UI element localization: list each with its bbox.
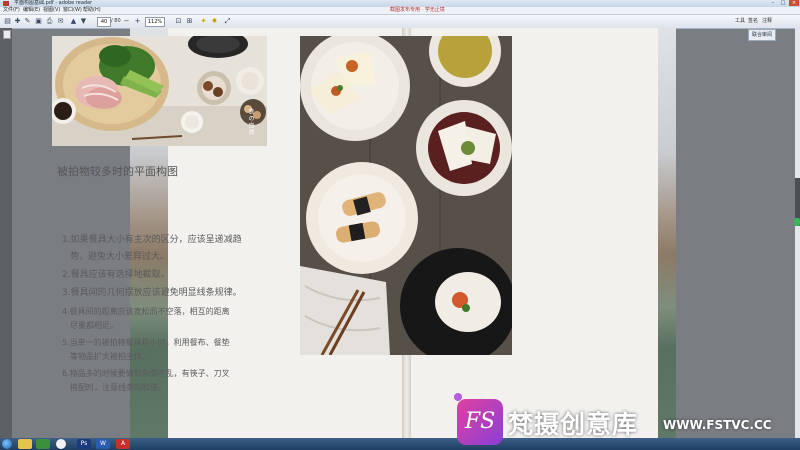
create-icon[interactable]: ✚ — [13, 17, 22, 26]
landscape-background-right — [658, 28, 676, 438]
open-icon[interactable]: ▤ — [3, 17, 12, 26]
tools-label[interactable]: 工具 — [735, 17, 745, 26]
maximize-button[interactable]: □ — [778, 0, 788, 6]
email-icon[interactable]: ✉ — [56, 17, 65, 26]
list-item: 尽量都相近。 — [70, 321, 118, 330]
reader-icon[interactable]: A — [116, 439, 130, 449]
zoom-in-icon[interactable]: + — [133, 17, 142, 26]
list-item: 1.如果餐具大小有主次的区分，应该呈递减趋 — [62, 235, 242, 245]
menu-view[interactable]: 视图(V) — [43, 7, 60, 14]
menu-window[interactable]: 窗口(W) — [63, 7, 82, 14]
vertical-scrollbar[interactable] — [795, 28, 800, 438]
save-icon[interactable]: ▣ — [34, 17, 43, 26]
watermark-title: 梵摄创意库 — [508, 410, 639, 439]
menu-help[interactable]: 帮助(H) — [83, 7, 101, 14]
center-notice: 截图发布专用 · 学无止境 — [390, 7, 445, 13]
list-item: 势，避免大小差异过大。 — [70, 252, 170, 262]
fit-width-icon[interactable]: ⊞ — [185, 17, 194, 26]
chrome-icon[interactable] — [56, 439, 66, 449]
list-item: 2.餐具应该有选择地截取。 — [62, 270, 170, 280]
page-number-input[interactable]: 40 — [97, 17, 111, 27]
food-plates-photo — [300, 36, 512, 355]
taskbar: Ps W A — [0, 438, 800, 450]
zoom-out-icon[interactable]: − — [122, 17, 131, 26]
list-item: 3.餐具间的几何摆放应该避免明显线条规律。 — [62, 288, 242, 298]
pdf-app-icon — [3, 1, 9, 6]
list-item: 搭配时，注意线条的和谐。 — [70, 383, 166, 392]
start-button[interactable] — [2, 439, 12, 449]
list-item: 5.当单一的被拍物餐具较小时，利用餐布、餐垫 — [62, 338, 230, 347]
side-expand-icon[interactable] — [794, 218, 800, 226]
menu-bar: 文件(F) 编辑(E) 视图(V) 窗口(W) 帮助(H) 截图发布专用 · 学… — [0, 7, 800, 15]
menu-file[interactable]: 文件(F) — [3, 7, 20, 14]
highlight-icon[interactable]: ✦ — [199, 17, 208, 26]
print-icon[interactable]: ⎙ — [45, 17, 54, 26]
comment-label[interactable]: 注释 — [762, 17, 772, 26]
list-item: 6.物品多的时候要做到杂而不乱，有筷子、刀叉 — [62, 369, 230, 378]
menu-edit[interactable]: 编辑(E) — [23, 7, 40, 14]
close-button[interactable]: × — [789, 0, 799, 6]
table-setting-illustration — [52, 36, 267, 146]
comment-icon[interactable]: ✸ — [210, 17, 219, 26]
navigation-panel — [0, 28, 12, 438]
photoshop-icon[interactable]: Ps — [77, 439, 91, 449]
window-title: 平面构图基础.pdf - adobe reader — [14, 0, 93, 6]
watermark-url: WWW.FSTVC.CC — [663, 418, 772, 432]
fit-page-icon[interactable]: ⊡ — [174, 17, 183, 26]
table-setting-photo: 食の自然 — [52, 36, 267, 146]
toolbar: ▤ ✚ ✎ ▣ ⎙ ✉ ▲ ▼ 40 / 80 − + 112% ⊡ ⊞ ✦ ✸… — [0, 15, 800, 41]
zoom-select[interactable]: 112% — [145, 17, 165, 27]
list-item: 等物品扩大被拍主体。 — [70, 352, 150, 361]
share-review-button[interactable]: 联合审阅 — [748, 29, 777, 41]
food-plates-illustration — [300, 36, 512, 355]
explorer-icon[interactable] — [18, 439, 32, 449]
word-icon[interactable]: W — [96, 439, 110, 449]
page-thumbnails-icon[interactable] — [3, 30, 11, 39]
fullscreen-icon[interactable]: ⤢ — [223, 17, 232, 26]
sign-label[interactable]: 签名 — [748, 17, 758, 26]
edit-icon[interactable]: ✎ — [23, 17, 32, 26]
list-item: 4.餐具间的距离应该宽松而不空落，相互的距离 — [62, 307, 230, 316]
media-icon[interactable] — [36, 439, 50, 449]
next-page-icon[interactable]: ▼ — [79, 17, 88, 26]
minimize-button[interactable]: – — [768, 0, 778, 6]
page-total: / 80 — [111, 18, 121, 24]
watermark-logo: FS — [457, 399, 503, 445]
previous-page-icon[interactable]: ▲ — [69, 17, 78, 26]
section-heading: 被拍物较多时的平面构图 — [57, 165, 178, 178]
photo-caption: 食の自然 — [247, 108, 254, 136]
